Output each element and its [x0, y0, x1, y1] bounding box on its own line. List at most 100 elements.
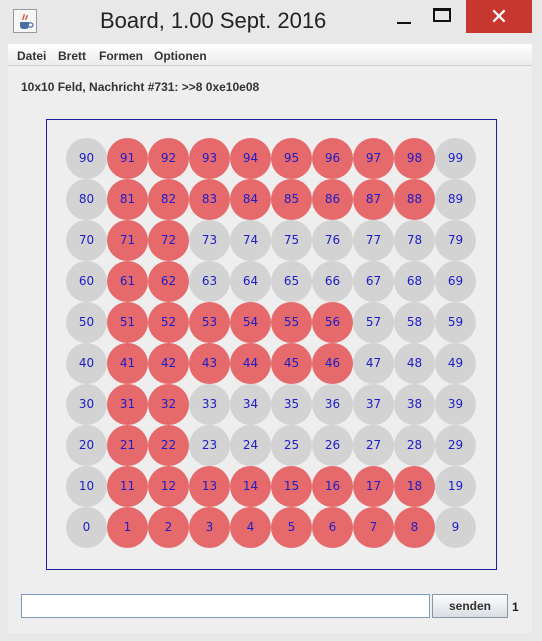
- board-cell[interactable]: 90: [66, 138, 107, 179]
- board-cell[interactable]: 26: [312, 425, 353, 466]
- board-cell[interactable]: 32: [148, 384, 189, 425]
- board-cell[interactable]: 35: [271, 384, 312, 425]
- board-cell[interactable]: 62: [148, 261, 189, 302]
- board-cell[interactable]: 42: [148, 343, 189, 384]
- board-cell[interactable]: 75: [271, 220, 312, 261]
- board-cell[interactable]: 2: [148, 507, 189, 548]
- board-cell[interactable]: 3: [189, 507, 230, 548]
- board-cell[interactable]: 1: [107, 507, 148, 548]
- menu-brett[interactable]: Brett: [58, 49, 86, 63]
- board-cell[interactable]: 31: [107, 384, 148, 425]
- board-cell[interactable]: 87: [353, 179, 394, 220]
- board-cell[interactable]: 40: [66, 343, 107, 384]
- board-cell[interactable]: 38: [394, 384, 435, 425]
- board-cell[interactable]: 23: [189, 425, 230, 466]
- board-cell[interactable]: 45: [271, 343, 312, 384]
- board-cell[interactable]: 43: [189, 343, 230, 384]
- board-cell[interactable]: 34: [230, 384, 271, 425]
- board-cell[interactable]: 17: [353, 466, 394, 507]
- board-cell[interactable]: 78: [394, 220, 435, 261]
- board-cell[interactable]: 13: [189, 466, 230, 507]
- board-cell[interactable]: 71: [107, 220, 148, 261]
- board-cell[interactable]: 99: [435, 138, 476, 179]
- board-cell[interactable]: 82: [148, 179, 189, 220]
- board-cell[interactable]: 57: [353, 302, 394, 343]
- board-cell[interactable]: 70: [66, 220, 107, 261]
- board-cell[interactable]: 64: [230, 261, 271, 302]
- board-cell[interactable]: 37: [353, 384, 394, 425]
- board-cell[interactable]: 10: [66, 466, 107, 507]
- board-cell[interactable]: 19: [435, 466, 476, 507]
- board-cell[interactable]: 53: [189, 302, 230, 343]
- board-cell[interactable]: 77: [353, 220, 394, 261]
- board-cell[interactable]: 16: [312, 466, 353, 507]
- send-button[interactable]: senden: [432, 594, 508, 618]
- board-cell[interactable]: 61: [107, 261, 148, 302]
- board-cell[interactable]: 72: [148, 220, 189, 261]
- board-cell[interactable]: 18: [394, 466, 435, 507]
- board-cell[interactable]: 85: [271, 179, 312, 220]
- board-cell[interactable]: 59: [435, 302, 476, 343]
- maximize-icon[interactable]: [433, 8, 451, 22]
- board-cell[interactable]: 4: [230, 507, 271, 548]
- board-cell[interactable]: 67: [353, 261, 394, 302]
- menu-datei[interactable]: Datei: [17, 49, 46, 63]
- close-button[interactable]: ✕: [466, 0, 532, 33]
- board-cell[interactable]: 74: [230, 220, 271, 261]
- board-cell[interactable]: 21: [107, 425, 148, 466]
- menu-formen[interactable]: Formen: [99, 49, 143, 63]
- board-cell[interactable]: 50: [66, 302, 107, 343]
- board-cell[interactable]: 88: [394, 179, 435, 220]
- board-cell[interactable]: 41: [107, 343, 148, 384]
- board-cell[interactable]: 58: [394, 302, 435, 343]
- java-app-icon[interactable]: [13, 9, 37, 33]
- board-cell[interactable]: 15: [271, 466, 312, 507]
- board-cell[interactable]: 49: [435, 343, 476, 384]
- board-cell[interactable]: 22: [148, 425, 189, 466]
- board-cell[interactable]: 81: [107, 179, 148, 220]
- message-input[interactable]: [21, 594, 430, 618]
- board-cell[interactable]: 14: [230, 466, 271, 507]
- board-cell[interactable]: 80: [66, 179, 107, 220]
- board-cell[interactable]: 97: [353, 138, 394, 179]
- board-cell[interactable]: 79: [435, 220, 476, 261]
- board-cell[interactable]: 12: [148, 466, 189, 507]
- board-cell[interactable]: 83: [189, 179, 230, 220]
- board-cell[interactable]: 8: [394, 507, 435, 548]
- board-cell[interactable]: 11: [107, 466, 148, 507]
- board-cell[interactable]: 51: [107, 302, 148, 343]
- board-cell[interactable]: 60: [66, 261, 107, 302]
- board-cell[interactable]: 7: [353, 507, 394, 548]
- board-cell[interactable]: 65: [271, 261, 312, 302]
- board-cell[interactable]: 25: [271, 425, 312, 466]
- board-cell[interactable]: 36: [312, 384, 353, 425]
- board-cell[interactable]: 28: [394, 425, 435, 466]
- board-cell[interactable]: 68: [394, 261, 435, 302]
- board-cell[interactable]: 47: [353, 343, 394, 384]
- board-cell[interactable]: 94: [230, 138, 271, 179]
- board-cell[interactable]: 84: [230, 179, 271, 220]
- board-cell[interactable]: 73: [189, 220, 230, 261]
- board-cell[interactable]: 46: [312, 343, 353, 384]
- minimize-icon[interactable]: [397, 22, 411, 24]
- board-cell[interactable]: 92: [148, 138, 189, 179]
- board-cell[interactable]: 27: [353, 425, 394, 466]
- board-cell[interactable]: 98: [394, 138, 435, 179]
- board-cell[interactable]: 52: [148, 302, 189, 343]
- board-cell[interactable]: 30: [66, 384, 107, 425]
- board-cell[interactable]: 86: [312, 179, 353, 220]
- board-cell[interactable]: 76: [312, 220, 353, 261]
- board-cell[interactable]: 96: [312, 138, 353, 179]
- board-cell[interactable]: 66: [312, 261, 353, 302]
- board-cell[interactable]: 89: [435, 179, 476, 220]
- board-cell[interactable]: 54: [230, 302, 271, 343]
- board-cell[interactable]: 9: [435, 507, 476, 548]
- board-cell[interactable]: 5: [271, 507, 312, 548]
- board-cell[interactable]: 44: [230, 343, 271, 384]
- board-cell[interactable]: 29: [435, 425, 476, 466]
- board-cell[interactable]: 6: [312, 507, 353, 548]
- board-cell[interactable]: 56: [312, 302, 353, 343]
- board-cell[interactable]: 24: [230, 425, 271, 466]
- board-cell[interactable]: 48: [394, 343, 435, 384]
- board-cell[interactable]: 95: [271, 138, 312, 179]
